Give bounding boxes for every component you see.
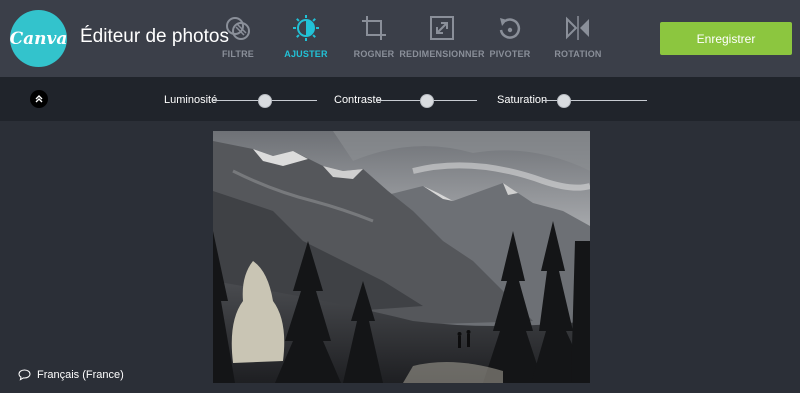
brightness-label: Luminosité xyxy=(164,94,218,106)
filter-icon xyxy=(226,17,250,40)
resize-icon xyxy=(430,16,454,40)
contrast-label: Contraste xyxy=(334,94,382,106)
saturation-label: Saturation xyxy=(497,94,548,106)
chevron-double-up-icon xyxy=(35,95,43,103)
logo-text: Canva xyxy=(9,28,68,49)
speech-bubble-icon xyxy=(18,369,31,381)
tool-flip[interactable]: ROTATION xyxy=(538,14,618,64)
tool-rotate-label: PIVOTER xyxy=(489,49,531,59)
tool-crop-label: ROGNER xyxy=(353,49,395,59)
canva-logo[interactable]: Canva xyxy=(10,10,67,67)
tool-adjust-label: AJUSTER xyxy=(284,49,328,59)
adjust-panel: Luminosité Contraste Saturation xyxy=(0,77,800,121)
adjust-icon xyxy=(293,15,319,41)
saturation-slider-thumb[interactable] xyxy=(556,94,571,108)
contrast-slider-thumb[interactable] xyxy=(420,94,434,108)
top-toolbar: Canva Éditeur de photos FILTRE AJUSTER R… xyxy=(0,0,800,77)
tool-filter-label: FILTRE xyxy=(221,49,255,59)
collapse-panel-button[interactable] xyxy=(30,90,48,108)
rotate-icon xyxy=(499,18,521,39)
photo-canvas[interactable] xyxy=(213,131,590,383)
brightness-slider-thumb[interactable] xyxy=(258,94,272,108)
tool-flip-label: ROTATION xyxy=(554,49,602,59)
mountain-photo xyxy=(213,131,590,383)
language-selector[interactable]: Français (France) xyxy=(18,369,124,381)
save-button[interactable]: Enregistrer xyxy=(660,22,792,55)
flip-icon xyxy=(566,16,589,40)
crop-icon xyxy=(362,16,386,40)
language-label: Français (France) xyxy=(37,369,124,381)
